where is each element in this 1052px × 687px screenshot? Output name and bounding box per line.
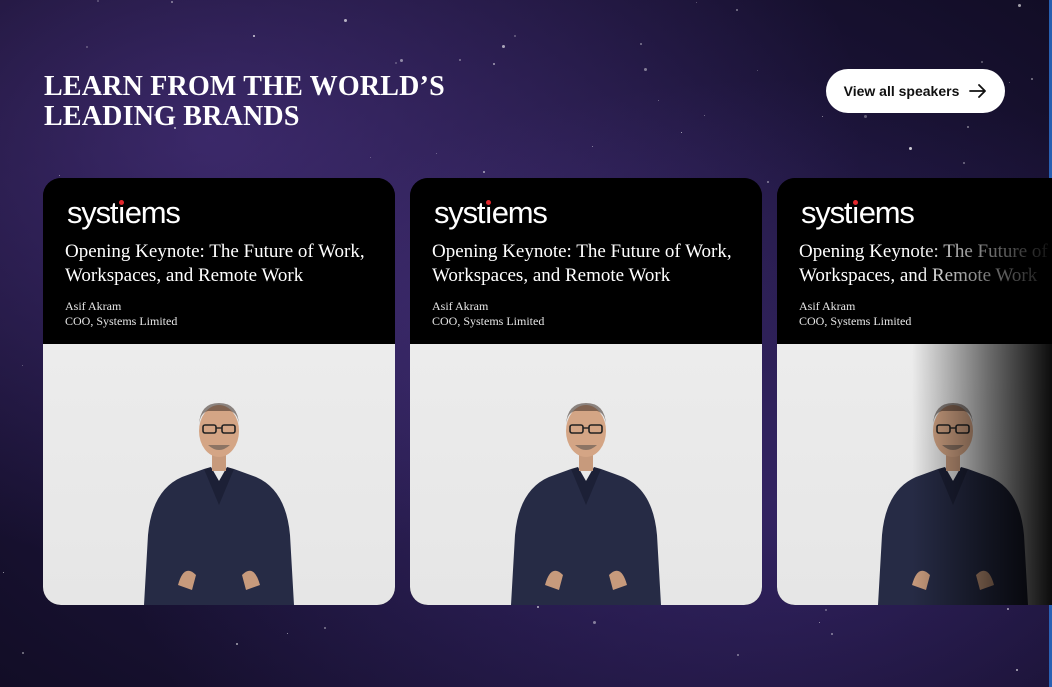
speaker-carousel[interactable]: systıems Opening Keynote: The Future of … xyxy=(43,178,1052,605)
speaker-name: Asif Akram xyxy=(65,299,122,313)
speaker-photo xyxy=(410,344,762,605)
speaker-name: Asif Akram xyxy=(432,299,489,313)
talk-title: Opening Keynote: The Future of Work, Wor… xyxy=(432,241,732,286)
speaker-photo xyxy=(43,344,395,605)
card-header: systıems Opening Keynote: The Future of … xyxy=(777,178,1052,344)
view-all-speakers-label: View all speakers xyxy=(843,83,960,99)
talk-title: Opening Keynote: The Future of Work, Wor… xyxy=(799,241,1052,286)
speaker-role: COO, Systems Limited xyxy=(65,314,178,328)
speaker-card[interactable]: systıems Opening Keynote: The Future of … xyxy=(777,178,1052,605)
speaker-name: Asif Akram xyxy=(799,299,856,313)
section-heading-line-2: LEADING BRANDS xyxy=(44,101,300,132)
company-logo: systıems xyxy=(67,195,181,230)
talk-title: Opening Keynote: The Future of Work, Wor… xyxy=(65,241,365,286)
company-logo: systıems xyxy=(434,195,548,230)
speaker-photo xyxy=(777,344,1052,605)
company-logo: systıems xyxy=(801,195,915,230)
card-header: systıems Opening Keynote: The Future of … xyxy=(410,178,762,344)
view-all-speakers-button[interactable]: View all speakers xyxy=(826,69,1005,113)
section-heading: LEARN FROM THE WORLD’S LEADING BRANDS xyxy=(44,72,464,132)
speaker-card[interactable]: systıems Opening Keynote: The Future of … xyxy=(410,178,762,605)
speaker-card[interactable]: systıems Opening Keynote: The Future of … xyxy=(43,178,395,605)
speaker-role: COO, Systems Limited xyxy=(799,314,912,328)
section-heading-line-1: LEARN FROM THE WORLD’S xyxy=(44,71,445,102)
card-header: systıems Opening Keynote: The Future of … xyxy=(43,178,395,344)
speaker-role: COO, Systems Limited xyxy=(432,314,545,328)
arrow-right-icon xyxy=(969,84,987,98)
